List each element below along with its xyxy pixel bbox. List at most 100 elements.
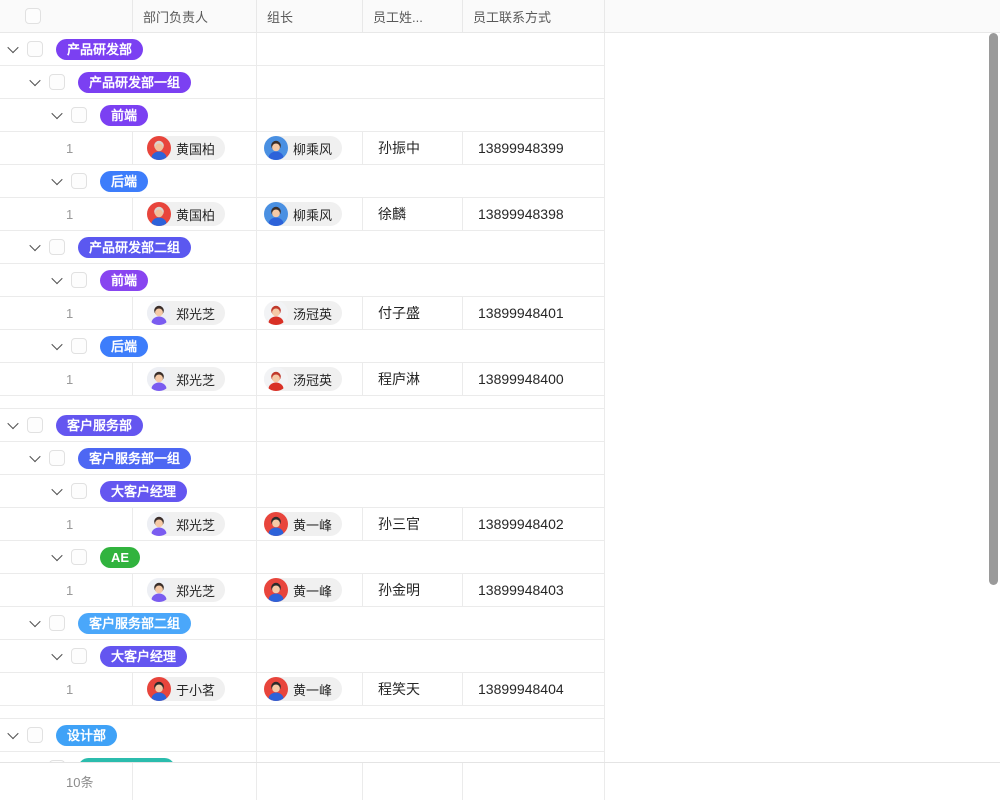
expand-arrow-icon[interactable] <box>5 417 21 433</box>
row-index: 1 <box>0 363 133 395</box>
employee-name-cell: 孙三官 <box>363 508 463 540</box>
person-name: 郑光芝 <box>176 370 215 389</box>
person-chip: 郑光芝 <box>147 512 225 536</box>
expand-arrow-icon[interactable] <box>49 648 65 664</box>
row-checkbox[interactable] <box>71 173 87 189</box>
row-checkbox[interactable] <box>27 41 43 57</box>
person-chip: 于小茗 <box>147 677 225 701</box>
manager-cell: 郑光芝 <box>133 574 257 606</box>
person-chip: 黄一峰 <box>264 677 342 701</box>
avatar-郑光芝-icon <box>147 578 171 602</box>
expand-arrow-icon[interactable] <box>27 615 43 631</box>
expand-arrow-icon[interactable] <box>49 173 65 189</box>
avatar-柳乘风-icon <box>264 202 288 226</box>
group-tag: 产品研发部二组 <box>78 237 191 258</box>
expand-arrow-icon[interactable] <box>27 74 43 90</box>
expand-arrow-icon[interactable] <box>49 549 65 565</box>
person-name: 郑光芝 <box>176 304 215 323</box>
group-row <box>0 752 605 762</box>
row-checkbox[interactable] <box>49 239 65 255</box>
group-row: 设计部 <box>0 719 605 752</box>
group-tag: 前端 <box>100 270 148 291</box>
expand-arrow-icon[interactable] <box>5 727 21 743</box>
employee-phone-cell: 13899948399 <box>463 132 605 164</box>
manager-cell: 于小茗 <box>133 673 257 705</box>
group-tag: 客户服务部二组 <box>78 613 191 634</box>
data-row: 1 郑光芝 汤冠英 程庐淋 13899948400 <box>0 363 605 396</box>
avatar-黄国柏-icon <box>147 136 171 160</box>
group-row: 产品研发部 <box>0 33 605 66</box>
group-tag: 客户服务部 <box>56 415 143 436</box>
expand-arrow-icon[interactable] <box>27 239 43 255</box>
group-tag: 后端 <box>100 336 148 357</box>
employee-name-cell: 付子盛 <box>363 297 463 329</box>
row-index: 1 <box>0 673 133 705</box>
leader-cell: 黄一峰 <box>257 508 363 540</box>
row-checkbox[interactable] <box>71 549 87 565</box>
person-chip: 郑光芝 <box>147 578 225 602</box>
avatar-黄国柏-icon <box>147 202 171 226</box>
avatar-黄一峰-icon <box>264 578 288 602</box>
group-row: 客户服务部二组 <box>0 607 605 640</box>
data-row: 1 郑光芝 黄一峰 孙三官 13899948402 <box>0 508 605 541</box>
group-row: 产品研发部二组 <box>0 231 605 264</box>
group-row: AE <box>0 541 605 574</box>
table-header: 部门负责人 组长 员工姓... 员工联系方式 <box>0 0 1000 33</box>
row-index: 1 <box>0 508 133 540</box>
vertical-scrollbar[interactable] <box>989 33 998 585</box>
group-row: 前端 <box>0 99 605 132</box>
expand-arrow-icon[interactable] <box>5 41 21 57</box>
row-checkbox[interactable] <box>71 107 87 123</box>
avatar-郑光芝-icon <box>147 367 171 391</box>
data-row: 1 于小茗 黄一峰 程笑天 13899948404 <box>0 673 605 706</box>
employee-name-cell: 孙振中 <box>363 132 463 164</box>
row-checkbox[interactable] <box>71 272 87 288</box>
group-row: 大客户经理 <box>0 640 605 673</box>
avatar-郑光芝-icon <box>147 512 171 536</box>
row-checkbox[interactable] <box>49 450 65 466</box>
select-all-checkbox[interactable] <box>25 8 41 24</box>
expand-arrow-icon[interactable] <box>49 107 65 123</box>
person-chip: 黄国柏 <box>147 202 225 226</box>
manager-cell: 黄国柏 <box>133 132 257 164</box>
person-chip: 柳乘风 <box>264 136 342 160</box>
table-footer: 10条 <box>0 762 1000 800</box>
data-row: 1 黄国柏 柳乘风 徐麟 13899948398 <box>0 198 605 231</box>
employee-phone-cell: 13899948401 <box>463 297 605 329</box>
leader-cell: 汤冠英 <box>257 363 363 395</box>
person-name: 黄一峰 <box>293 581 332 600</box>
header-cell-leader: 组长 <box>257 0 363 32</box>
leader-cell: 柳乘风 <box>257 132 363 164</box>
person-name: 汤冠英 <box>293 304 332 323</box>
header-cell-select <box>0 0 133 32</box>
group-tag: 产品研发部 <box>56 39 143 60</box>
person-chip: 郑光芝 <box>147 301 225 325</box>
row-checkbox[interactable] <box>49 615 65 631</box>
group-row: 后端 <box>0 330 605 363</box>
avatar-汤冠英-icon <box>264 367 288 391</box>
expand-arrow-icon[interactable] <box>49 272 65 288</box>
footer-total: 10条 <box>0 763 133 800</box>
row-checkbox[interactable] <box>71 483 87 499</box>
manager-cell: 郑光芝 <box>133 508 257 540</box>
group-tag: 大客户经理 <box>100 481 187 502</box>
table-body: 产品研发部 产品研发部一组 前端 1 黄国柏 <box>0 33 1000 762</box>
row-checkbox[interactable] <box>27 417 43 433</box>
expand-arrow-icon[interactable] <box>49 483 65 499</box>
manager-cell: 郑光芝 <box>133 363 257 395</box>
person-name: 郑光芝 <box>176 581 215 600</box>
row-checkbox[interactable] <box>71 648 87 664</box>
expand-arrow-icon[interactable] <box>27 450 43 466</box>
leader-cell: 黄一峰 <box>257 673 363 705</box>
data-row: 1 郑光芝 汤冠英 付子盛 13899948401 <box>0 297 605 330</box>
row-checkbox[interactable] <box>71 338 87 354</box>
employee-name-cell: 程庐淋 <box>363 363 463 395</box>
group-row: 前端 <box>0 264 605 297</box>
row-checkbox[interactable] <box>49 74 65 90</box>
expand-arrow-icon[interactable] <box>49 338 65 354</box>
avatar-黄一峰-icon <box>264 677 288 701</box>
group-tag: AE <box>100 547 140 568</box>
group-row: 客户服务部 <box>0 409 605 442</box>
row-checkbox[interactable] <box>27 727 43 743</box>
person-name: 黄国柏 <box>176 205 215 224</box>
